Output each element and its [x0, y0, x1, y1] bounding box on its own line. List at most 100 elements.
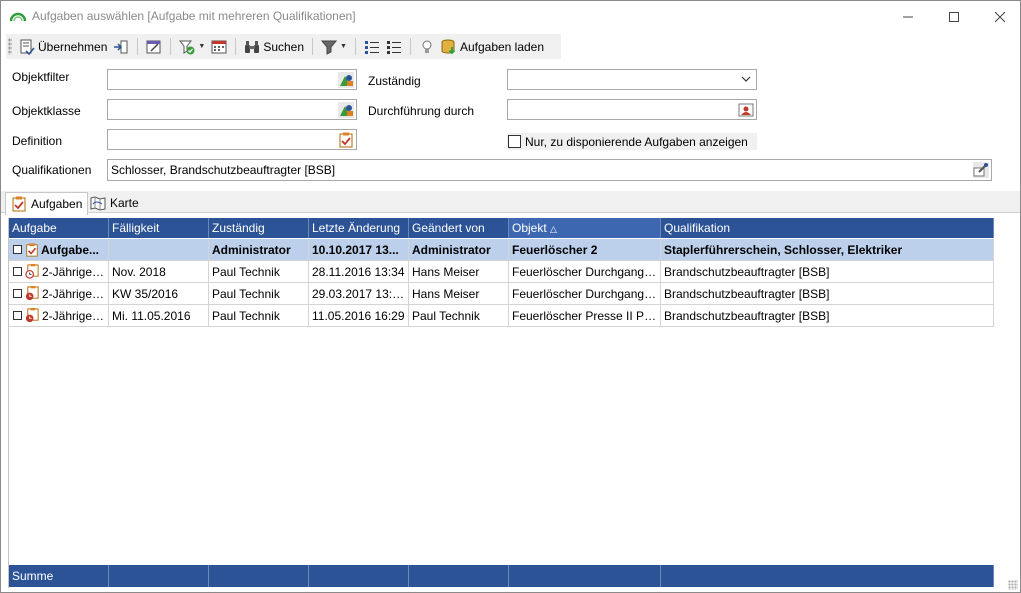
overdue-task-icon — [25, 308, 39, 323]
table-cell-qualification: Brandschutzbeauftragter [BSB] — [661, 261, 994, 282]
table-cell-responsible: Paul Technik — [209, 283, 309, 304]
table-cell-last-change: 29.03.2017 13:12 — [309, 283, 409, 304]
column-header-due[interactable]: Fälligkeit — [109, 218, 209, 238]
table-cell-due: KW 35/2016 — [109, 283, 209, 304]
summary-cell — [309, 565, 409, 587]
table-cell-due: Mi. 11.05.2016 — [109, 305, 209, 326]
toolbar-separator — [170, 38, 172, 55]
toolbar-grip[interactable] — [8, 38, 12, 55]
only-dispatch-checkbox-row[interactable]: Nur, zu disponierende Aufgaben anzeigen — [507, 133, 757, 150]
only-dispatch-label: Nur, zu disponierende Aufgaben anzeigen — [525, 134, 748, 149]
hint-button[interactable] — [416, 36, 438, 58]
table-cell-object: Feuerlöscher Presse II PZ60 — [509, 305, 661, 326]
definition-field[interactable] — [107, 129, 357, 150]
grid-summary-footer: Summe — [9, 565, 994, 587]
table-row[interactable]: 2-Jährige B... Nov. 2018 Paul Technik 28… — [9, 261, 994, 283]
table-cell-responsible: Paul Technik — [209, 305, 309, 326]
table-cell-responsible: Paul Technik — [209, 261, 309, 282]
summary-cell — [209, 565, 309, 587]
task-definition-icon[interactable] — [338, 132, 354, 148]
table-cell-changed-by: Administrator — [409, 239, 509, 260]
tab-map[interactable]: Karte — [85, 192, 144, 214]
task-name: Aufgabe... — [41, 242, 100, 257]
table-row[interactable]: 2-Jährige B... KW 35/2016 Paul Technik 2… — [9, 283, 994, 305]
load-tasks-button[interactable]: Aufgaben laden — [438, 36, 547, 58]
table-row[interactable]: 2-Jährige B... Mi. 11.05.2016 Paul Techn… — [9, 305, 994, 327]
calendar-button[interactable] — [208, 36, 230, 58]
tab-strip — [1, 191, 1020, 213]
grid-header: Aufgabe Fälligkeit Zuständig Letzte Ände… — [9, 218, 994, 238]
table-cell-due — [109, 239, 209, 260]
binoculars-icon — [245, 40, 260, 53]
tab-tasks[interactable]: Aufgaben — [5, 192, 89, 215]
qualifications-field[interactable]: Schlosser, Brandschutzbeauftragter [BSB] — [107, 159, 992, 181]
task-clipboard-icon — [26, 242, 38, 257]
search-button[interactable]: Suchen — [241, 36, 307, 58]
close-icon — [995, 11, 1005, 22]
table-cell-responsible: Administrator — [209, 239, 309, 260]
object-class-label: Objektklasse — [12, 104, 81, 118]
filter-check-button[interactable]: ▼ — [176, 36, 208, 58]
task-name: 2-Jährige B... — [42, 286, 106, 301]
row-checkbox[interactable] — [13, 267, 22, 276]
close-button[interactable] — [977, 1, 1021, 32]
only-dispatch-checkbox[interactable] — [508, 135, 521, 148]
minimize-button[interactable] — [885, 1, 931, 32]
task-clipboard-icon — [12, 196, 26, 212]
responsible-select[interactable] — [507, 69, 757, 90]
summary-label: Summe — [9, 565, 109, 587]
window-resize-grip[interactable] — [1008, 580, 1018, 590]
person-picker-icon[interactable] — [738, 102, 754, 118]
tab-tasks-label: Aufgaben — [31, 197, 83, 211]
table-cell-last-change: 28.11.2016 13:34 — [309, 261, 409, 282]
executed-by-field[interactable] — [507, 99, 757, 120]
dialog-window: Aufgaben auswählen [Aufgabe mit mehreren… — [0, 0, 1021, 593]
list-view-button[interactable] — [361, 36, 383, 58]
table-cell-object: Feuerlöscher Durchgang zu ... — [509, 283, 661, 304]
qualification-picker-icon[interactable] — [973, 162, 989, 178]
edit-form-button[interactable] — [143, 36, 165, 58]
table-cell-task: 2-Jährige B... — [9, 261, 109, 282]
database-load-icon — [441, 39, 456, 54]
object-class-picker-icon[interactable] — [338, 102, 354, 118]
toolbar-separator — [235, 38, 237, 55]
summary-cell — [409, 565, 509, 587]
column-header-label: Fälligkeit — [112, 221, 160, 235]
table-cell-task: Aufgabe... — [9, 239, 109, 260]
toolbar-separator — [137, 38, 139, 55]
tab-map-label: Karte — [110, 196, 139, 210]
row-checkbox[interactable] — [13, 289, 22, 298]
column-header-last-change[interactable]: Letzte Änderung — [309, 218, 409, 238]
filter-button[interactable]: ▼ — [318, 36, 350, 58]
map-icon — [90, 196, 106, 211]
chevron-down-icon — [741, 76, 751, 82]
title-bar: Aufgaben auswählen [Aufgabe mit mehreren… — [1, 1, 1020, 32]
column-header-object[interactable]: Objekt △ — [509, 218, 661, 238]
object-filter-field[interactable] — [107, 69, 357, 90]
exit-door-icon — [114, 40, 128, 53]
take-over-button[interactable]: Übernehmen — [16, 36, 110, 58]
table-row[interactable]: Aufgabe... Administrator 10.10.2017 13..… — [9, 239, 994, 261]
list-tree-button[interactable] — [383, 36, 405, 58]
object-class-field[interactable] — [107, 99, 357, 120]
table-cell-object: Feuerlöscher Durchgang Hal... — [509, 261, 661, 282]
table-cell-changed-by: Hans Meiser — [409, 261, 509, 282]
toolbar-separator — [409, 38, 411, 55]
object-picker-icon[interactable] — [338, 72, 354, 88]
summary-cell — [109, 565, 209, 587]
row-checkbox[interactable] — [13, 311, 22, 320]
column-header-changed-by[interactable]: Geändert von — [409, 218, 509, 238]
column-header-label: Letzte Änderung — [312, 221, 401, 235]
row-checkbox[interactable] — [13, 245, 22, 254]
list-tree-icon — [386, 40, 401, 54]
maximize-button[interactable] — [931, 1, 977, 32]
column-header-qualification[interactable]: Qualifikation — [661, 218, 994, 238]
column-header-responsible[interactable]: Zuständig — [209, 218, 309, 238]
minimize-icon — [903, 16, 913, 17]
exit-button[interactable] — [110, 36, 132, 58]
filter-check-icon — [179, 40, 195, 54]
app-arch-icon — [10, 12, 26, 22]
table-cell-task: 2-Jährige B... — [9, 283, 109, 304]
window-title: Aufgaben auswählen [Aufgabe mit mehreren… — [32, 9, 356, 23]
column-header-task[interactable]: Aufgabe — [9, 218, 109, 238]
